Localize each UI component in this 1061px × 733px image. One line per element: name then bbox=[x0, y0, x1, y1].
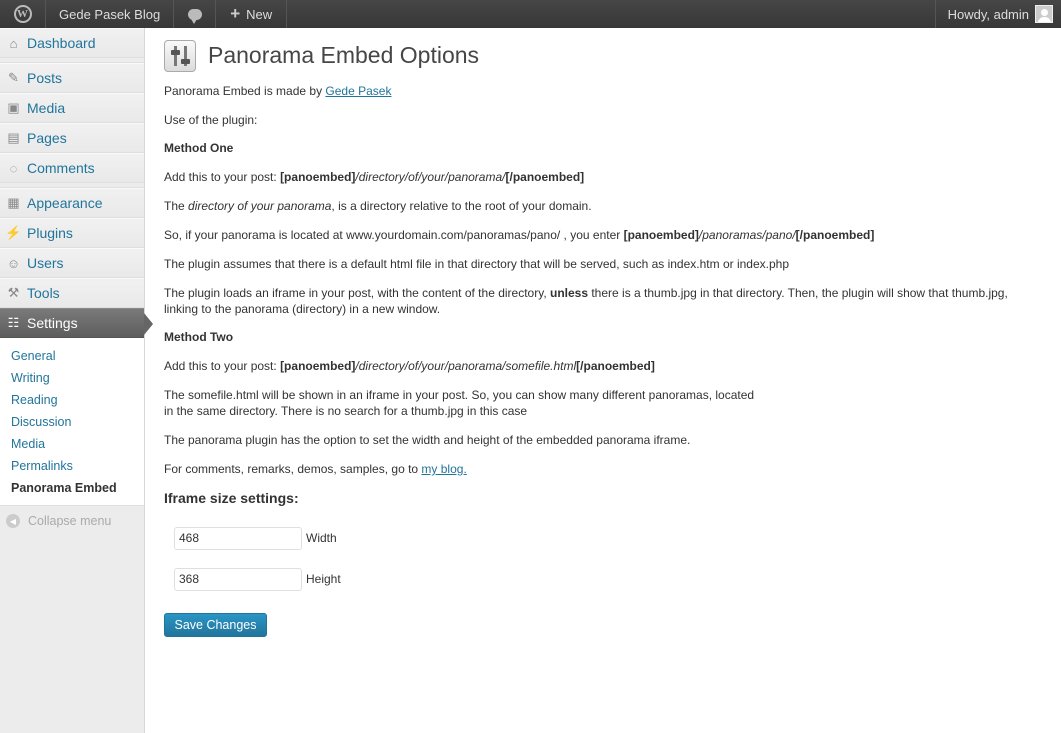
admin-bar: W Gede Pasek Blog + New Howdy, admin bbox=[0, 0, 1061, 28]
method-one-heading: Method One bbox=[164, 141, 234, 155]
iframe-explanation: The plugin loads an iframe in your post,… bbox=[164, 286, 1008, 316]
author-link[interactable]: Gede Pasek bbox=[325, 84, 391, 98]
users-icon: ☺ bbox=[6, 255, 21, 271]
my-account-menu[interactable]: Howdy, admin bbox=[934, 0, 1061, 28]
height-row: Height bbox=[174, 567, 1044, 591]
collapse-label: Collapse menu bbox=[28, 514, 112, 528]
sidebar-item-label: Posts bbox=[27, 70, 63, 86]
avatar bbox=[1035, 5, 1053, 23]
save-changes-button[interactable]: Save Changes bbox=[164, 613, 267, 637]
height-label: Height bbox=[306, 572, 341, 586]
sidebar-item-tools[interactable]: ⚒ Tools bbox=[0, 278, 144, 308]
wordpress-icon: W bbox=[13, 5, 32, 23]
submenu-item-discussion[interactable]: Discussion bbox=[0, 411, 144, 433]
settings-icon: ☷ bbox=[7, 315, 20, 330]
submenu-item-media[interactable]: Media bbox=[0, 433, 144, 455]
sidebar-item-label: Media bbox=[27, 100, 66, 116]
page-header: Panorama Embed Options bbox=[164, 28, 1044, 83]
settings-page-icon bbox=[164, 39, 196, 72]
sidebar-item-plugins[interactable]: ⚡ Plugins bbox=[0, 218, 144, 248]
sidebar-item-media[interactable]: ▣ Media bbox=[0, 93, 144, 123]
dashboard-icon: ⌂ bbox=[9, 35, 18, 51]
sidebar-item-settings[interactable]: ☷ Settings bbox=[0, 308, 153, 338]
comment-icon: ◌ bbox=[9, 160, 18, 176]
page-title: Panorama Embed Options bbox=[208, 42, 480, 68]
pin-icon: ✎ bbox=[8, 70, 19, 85]
example-line: So, if your panorama is located at www.y… bbox=[164, 228, 875, 242]
sidebar-item-label: Settings bbox=[27, 315, 78, 331]
width-input[interactable] bbox=[174, 526, 302, 550]
width-label: Width bbox=[306, 531, 337, 545]
sidebar-item-label: Appearance bbox=[27, 195, 103, 211]
submenu-item-permalinks[interactable]: Permalinks bbox=[0, 455, 144, 477]
option-text: The panorama plugin has the option to se… bbox=[164, 433, 691, 447]
sidebar-item-users[interactable]: ☺ Users bbox=[0, 248, 144, 278]
media-icon: ▣ bbox=[7, 100, 20, 115]
directory-explanation: The directory of your panorama, is a dir… bbox=[164, 199, 592, 213]
plugin-icon: ⚡ bbox=[5, 225, 22, 240]
somefile-explanation: The somefile.html will be shown in an if… bbox=[164, 388, 755, 418]
sidebar-item-label: Pages bbox=[27, 130, 67, 146]
new-content-button[interactable]: + New bbox=[216, 0, 288, 28]
wordpress-logo-button[interactable]: W bbox=[0, 0, 46, 28]
sidebar-item-dashboard[interactable]: ⌂ Dashboard bbox=[0, 28, 144, 58]
made-by-line: Panorama Embed is made by Gede Pasek bbox=[164, 84, 392, 98]
comment-bubble-icon bbox=[187, 8, 202, 24]
tools-icon: ⚒ bbox=[7, 285, 20, 300]
sidebar-item-label: Comments bbox=[27, 160, 95, 176]
collapse-arrow-icon: ◀ bbox=[6, 514, 20, 528]
appearance-icon: ▦ bbox=[7, 195, 20, 210]
method-two-heading: Method Two bbox=[164, 330, 234, 344]
comments-button[interactable] bbox=[174, 0, 217, 28]
sidebar-item-label: Users bbox=[27, 255, 64, 271]
method-one-usage: Add this to your post: [panoembed]/direc… bbox=[164, 170, 585, 184]
sidebar-item-label: Dashboard bbox=[27, 35, 96, 51]
method-two-usage: Add this to your post: [panoembed]/direc… bbox=[164, 359, 655, 373]
howdy-text: Howdy, admin bbox=[947, 6, 1029, 22]
use-of-plugin: Use of the plugin: bbox=[164, 113, 258, 127]
submenu-item-panorama-embed[interactable]: Panorama Embed bbox=[0, 477, 144, 499]
sidebar-item-appearance[interactable]: ▦ Appearance bbox=[0, 188, 144, 218]
collapse-menu-button[interactable]: ◀ Collapse menu bbox=[0, 506, 144, 536]
submenu-item-reading[interactable]: Reading bbox=[0, 389, 144, 411]
sidebar-item-pages[interactable]: ▤ Pages bbox=[0, 123, 144, 153]
blog-link[interactable]: my blog. bbox=[421, 462, 466, 476]
width-row: Width bbox=[174, 526, 1044, 550]
sidebar-item-comments[interactable]: ◌ Comments bbox=[0, 153, 144, 183]
admin-sidebar: ⌂ Dashboard ✎ Posts ▣ Media ▤ Pages ◌ Co… bbox=[0, 28, 153, 733]
site-name-link[interactable]: Gede Pasek Blog bbox=[46, 0, 175, 28]
sidebar-item-label: Plugins bbox=[27, 225, 73, 241]
submenu-item-writing[interactable]: Writing bbox=[0, 367, 144, 389]
pages-icon: ▤ bbox=[7, 130, 20, 145]
plus-icon: + bbox=[230, 4, 241, 23]
sidebar-item-label: Tools bbox=[27, 285, 60, 301]
iframe-settings-heading: Iframe size settings: bbox=[164, 490, 299, 506]
settings-submenu: General Writing Reading Discussion Media… bbox=[0, 338, 144, 506]
new-label: New bbox=[246, 6, 273, 22]
height-input[interactable] bbox=[174, 567, 302, 591]
sidebar-item-posts[interactable]: ✎ Posts bbox=[0, 63, 144, 93]
comments-line: For comments, remarks, demos, samples, g… bbox=[164, 462, 467, 476]
assumes-line: The plugin assumes that there is a defau… bbox=[164, 257, 789, 271]
main-content: Panorama Embed Options Panorama Embed is… bbox=[164, 28, 1044, 637]
submenu-item-general[interactable]: General bbox=[0, 345, 144, 367]
